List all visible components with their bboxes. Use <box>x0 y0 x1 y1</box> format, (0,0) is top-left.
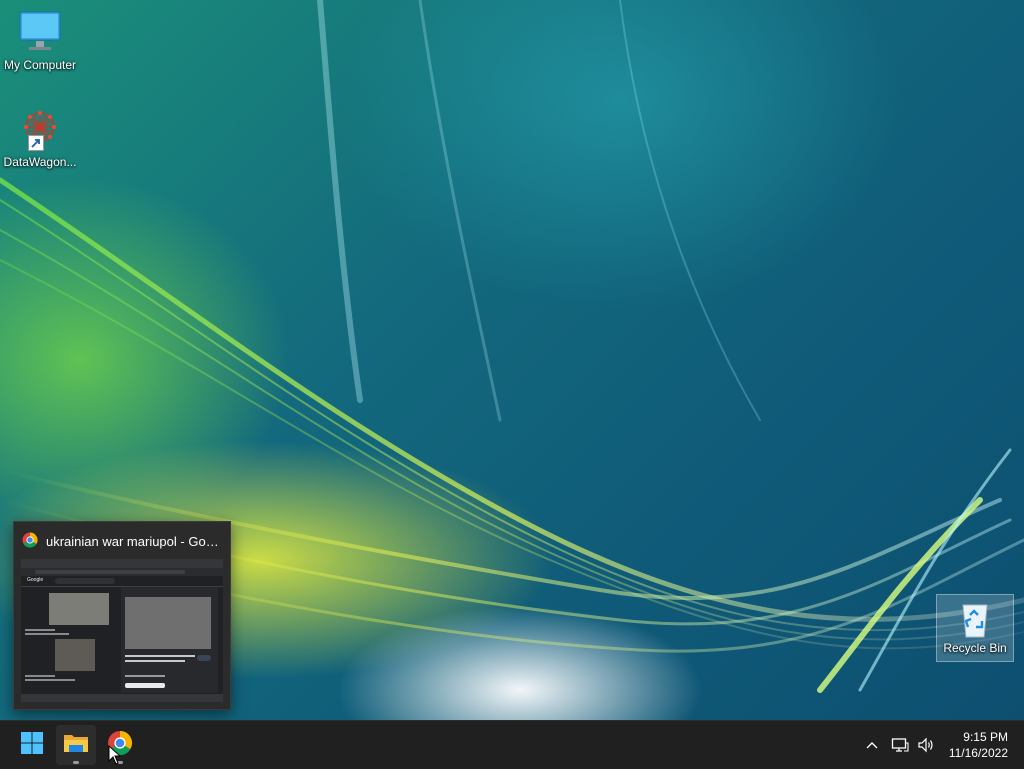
thumb-google-logo: Google <box>27 577 44 583</box>
thumb-image <box>55 639 95 671</box>
chevron-up-icon[interactable] <box>862 740 882 750</box>
desktop-icon-my-computer[interactable]: My Computer <box>0 8 80 72</box>
start-button[interactable] <box>12 725 52 765</box>
datawagon-network-icon <box>16 105 64 153</box>
file-explorer-button[interactable] <box>56 725 96 765</box>
desktop-icon-label: My Computer <box>3 58 77 72</box>
thumb-text-line <box>125 675 165 677</box>
preview-thumbnail[interactable]: Google <box>21 559 223 702</box>
thumb-addressbar <box>21 568 223 576</box>
running-indicator <box>73 761 79 764</box>
thumb-visit-button <box>197 655 211 661</box>
thumb-image <box>49 593 109 625</box>
recycle-bin-icon <box>955 599 995 639</box>
windows-start-icon <box>20 731 44 760</box>
desktop-icon-recycle-bin[interactable]: Recycle Bin <box>936 594 1014 662</box>
desktop-background[interactable]: My Computer DataWagon... Recycle Bin ukr… <box>0 0 1024 720</box>
taskbar-thumbnail-preview[interactable]: ukrainian war mariupol - Google Search -… <box>13 521 231 710</box>
speaker-icon[interactable] <box>914 737 938 753</box>
thumb-text-line <box>125 655 195 657</box>
thumb-side-panel <box>121 587 218 693</box>
thumb-tabbar <box>21 559 223 568</box>
chrome-taskbar-button[interactable] <box>100 725 140 765</box>
thumb-text-line <box>25 633 69 635</box>
desktop-icon-label: Recycle Bin <box>943 641 1007 655</box>
desktop-icon-label: DataWagon... <box>3 155 77 169</box>
thumb-panel-image <box>125 597 211 649</box>
thumb-text-line <box>125 660 185 662</box>
thumb-search-box <box>55 578 115 584</box>
thumb-chip <box>125 683 165 688</box>
clock[interactable]: 9:15 PM 11/16/2022 <box>938 729 1008 761</box>
thumb-google-header <box>21 576 223 587</box>
thumb-downloads-bar <box>21 694 223 702</box>
network-icon[interactable] <box>888 737 912 753</box>
monitor-icon <box>16 8 64 56</box>
desktop-icon-datawagon[interactable]: DataWagon... <box>0 105 80 169</box>
clock-date: 11/16/2022 <box>948 746 1008 760</box>
thumb-text-line <box>25 629 55 631</box>
thumb-text-line <box>25 679 75 681</box>
preview-title-row: ukrainian war mariupol - Google Search -… <box>22 531 224 551</box>
mouse-cursor-icon <box>108 744 122 770</box>
taskbar: 9:15 PM 11/16/2022 <box>0 720 1024 769</box>
folder-icon <box>63 732 89 759</box>
chrome-icon <box>22 532 38 551</box>
clock-time: 9:15 PM <box>963 730 1008 744</box>
shortcut-arrow-icon <box>28 135 44 151</box>
thumb-text-line <box>25 675 55 677</box>
preview-title: ukrainian war mariupol - Google Search -… <box>46 533 224 549</box>
system-tray <box>862 721 938 769</box>
